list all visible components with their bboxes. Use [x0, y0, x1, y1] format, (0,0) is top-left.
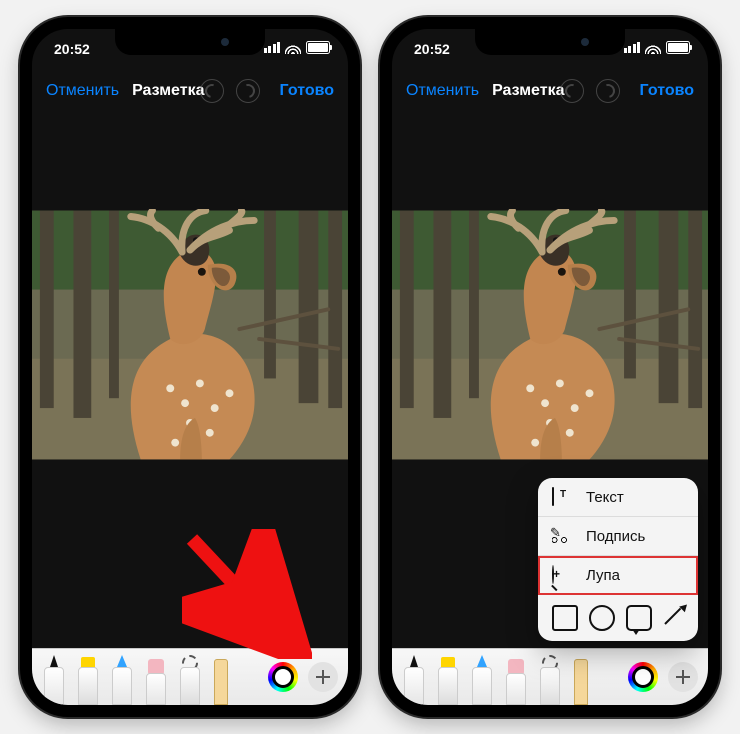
done-button[interactable]: Готово	[640, 82, 694, 100]
redo-button[interactable]	[596, 79, 620, 103]
add-popup-menu: Текст Подпись Лупа	[538, 478, 698, 641]
color-picker-button[interactable]	[268, 662, 298, 692]
redo-button[interactable]	[236, 79, 260, 103]
highlighter-tool[interactable]	[434, 653, 462, 705]
eraser-tool[interactable]	[502, 653, 530, 705]
lasso-tool[interactable]	[536, 653, 564, 705]
ruler-tool[interactable]	[210, 653, 232, 705]
status-time: 20:52	[414, 41, 450, 57]
canvas-area[interactable]	[32, 113, 348, 649]
nav-bar: Отменить Разметка Готово	[32, 69, 348, 113]
markup-toolbar	[392, 648, 708, 705]
shape-square-button[interactable]	[552, 605, 578, 631]
battery-icon	[306, 41, 330, 54]
popup-item-signature[interactable]: Подпись	[538, 517, 698, 556]
pencil-tool[interactable]	[468, 653, 496, 705]
shape-circle-button[interactable]	[589, 605, 615, 631]
status-time: 20:52	[54, 41, 90, 57]
undo-button[interactable]	[560, 79, 584, 103]
popup-item-text[interactable]: Текст	[538, 478, 698, 517]
popup-item-label: Лупа	[586, 567, 620, 584]
add-button[interactable]	[308, 662, 338, 692]
battery-icon	[666, 41, 690, 54]
popup-item-label: Текст	[586, 489, 624, 506]
phone-right: 20:52 Отменить Разметка Готово	[380, 17, 720, 717]
pencil-tool[interactable]	[108, 653, 136, 705]
pen-tool[interactable]	[400, 653, 428, 705]
edited-photo	[32, 209, 348, 461]
nav-title: Разметка	[492, 82, 564, 100]
notch	[115, 29, 265, 55]
shape-arrow-button[interactable]	[663, 605, 685, 627]
highlighter-tool[interactable]	[74, 653, 102, 705]
wifi-icon	[645, 42, 661, 54]
markup-toolbar	[32, 648, 348, 705]
nav-title: Разметка	[132, 82, 204, 100]
wifi-icon	[285, 42, 301, 54]
popup-item-label: Подпись	[586, 528, 645, 545]
phone-left: 20:52 Отменить Разметка Готово	[20, 17, 360, 717]
done-button[interactable]: Готово	[280, 82, 334, 100]
signature-icon	[552, 527, 574, 545]
shape-speech-bubble-button[interactable]	[626, 605, 652, 631]
notch	[475, 29, 625, 55]
undo-button[interactable]	[200, 79, 224, 103]
eraser-tool[interactable]	[142, 653, 170, 705]
cellular-signal-icon	[264, 42, 281, 53]
popup-item-loupe[interactable]: Лупа	[538, 556, 698, 595]
add-button[interactable]	[668, 662, 698, 692]
ruler-tool[interactable]	[570, 653, 592, 705]
lasso-tool[interactable]	[176, 653, 204, 705]
cancel-button[interactable]: Отменить	[46, 82, 119, 100]
nav-bar: Отменить Разметка Готово	[392, 69, 708, 113]
cellular-signal-icon	[624, 42, 641, 53]
text-icon	[552, 488, 574, 506]
cancel-button[interactable]: Отменить	[406, 82, 479, 100]
popup-shapes-row	[538, 595, 698, 641]
color-picker-button[interactable]	[628, 662, 658, 692]
magnifier-icon	[552, 566, 574, 584]
edited-photo	[392, 209, 708, 461]
pen-tool[interactable]	[40, 653, 68, 705]
